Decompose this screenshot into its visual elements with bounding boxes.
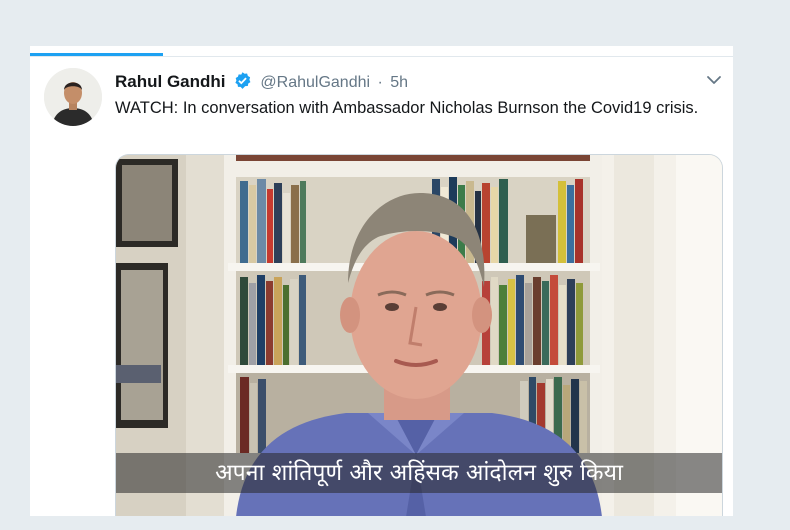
author-name[interactable]: Rahul Gandhi	[115, 72, 226, 91]
timestamp[interactable]: 5h	[390, 74, 408, 91]
separator-dot: ·	[377, 74, 383, 91]
verified-badge-icon	[233, 71, 252, 95]
author-handle[interactable]: @RahulGandhi	[260, 74, 370, 91]
tweet-header: Rahul Gandhi @RahulGandhi · 5h	[115, 71, 693, 93]
chevron-down-icon[interactable]	[705, 71, 723, 89]
video-player[interactable]: अपना शांतिपूर्ण और अहिंसक आंदोलन शुरु कि…	[115, 154, 723, 516]
tweet-card[interactable]: Rahul Gandhi @RahulGandhi · 5h WATCH: In…	[30, 46, 733, 516]
avatar[interactable]	[44, 68, 102, 126]
video-subtitle: अपना शांतिपूर्ण और अहिंसक आंदोलन शुरु कि…	[116, 453, 722, 493]
divider	[30, 56, 733, 57]
tweet-text: WATCH: In conversation with Ambassador N…	[115, 99, 699, 117]
